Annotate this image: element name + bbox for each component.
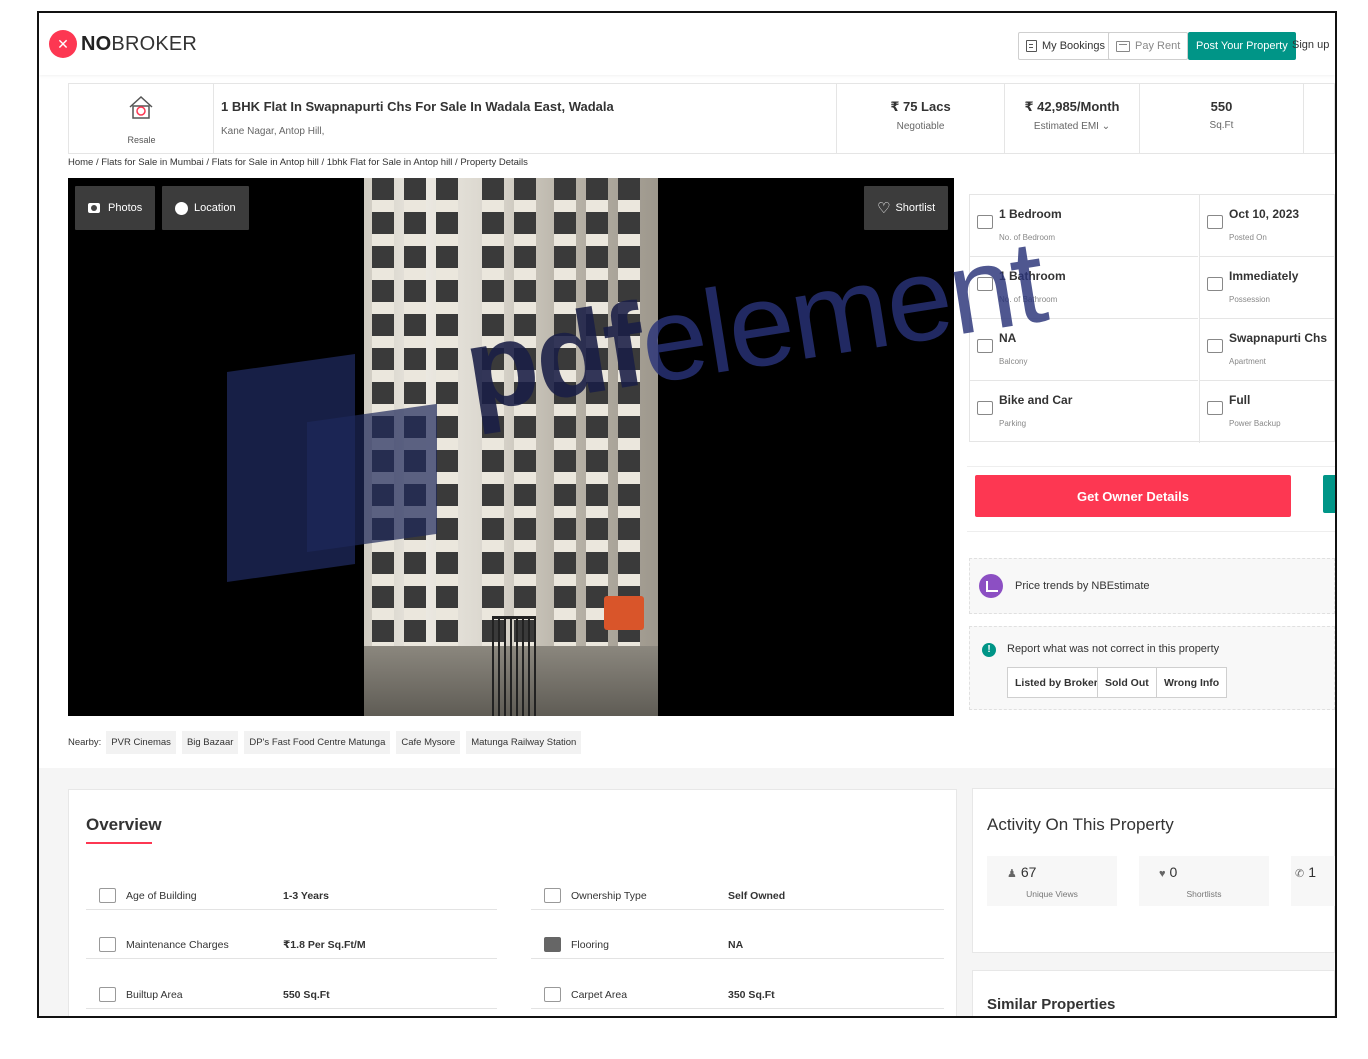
attr-bathroom: 1 Bathroom No. of Bathroom bbox=[970, 257, 1198, 319]
listed-by-broker-button[interactable]: Listed by Broker bbox=[1007, 667, 1106, 698]
nearby-chip[interactable]: PVR Cinemas bbox=[106, 730, 176, 754]
property-type-label: Resale bbox=[127, 135, 156, 145]
gate-graphic bbox=[492, 616, 536, 716]
property-summary-bar: Resale 1 BHK Flat In Swapnapurti Chs For… bbox=[68, 83, 1335, 154]
nearby-chip[interactable]: DP's Fast Food Centre Matunga bbox=[244, 730, 391, 754]
nearby-chip[interactable]: Matunga Railway Station bbox=[466, 730, 582, 754]
logo-bold-text: NO bbox=[81, 32, 112, 55]
nobroker-logo[interactable]: ✕ NOBROKER bbox=[49, 30, 197, 58]
logo-icon: ✕ bbox=[49, 30, 77, 58]
house-icon bbox=[129, 95, 153, 119]
attr-power-backup: Full Power Backup bbox=[1199, 381, 1335, 443]
balcony-icon bbox=[977, 339, 993, 353]
overview-row: Age of Building 1-3 Years bbox=[86, 886, 497, 910]
overview-card: Overview Age of Building 1-3 Years Owner… bbox=[68, 789, 957, 1016]
property-title: 1 BHK Flat In Swapnapurti Chs For Sale I… bbox=[221, 99, 614, 114]
similar-properties-card: Similar Properties bbox=[972, 970, 1335, 1016]
sign-up-link[interactable]: Sign up bbox=[1292, 39, 1329, 51]
my-bookings-button[interactable]: My Bookings bbox=[1018, 32, 1113, 60]
price-trends-link[interactable]: Price trends by NBEstimate bbox=[969, 558, 1335, 614]
nearby-chip[interactable]: Big Bazaar bbox=[181, 730, 239, 754]
wrong-info-button[interactable]: Wrong Info bbox=[1156, 667, 1228, 698]
sold-out-button[interactable]: Sold Out bbox=[1097, 667, 1157, 698]
crane-graphic bbox=[604, 596, 644, 630]
property-address: Kane Nagar, Antop Hill, bbox=[221, 126, 325, 137]
post-property-button[interactable]: Post Your Property bbox=[1188, 32, 1296, 60]
overview-row: Maintenance Charges ₹1.8 Per Sq.Ft/M bbox=[86, 935, 497, 959]
chart-icon bbox=[979, 574, 1003, 598]
property-photo[interactable] bbox=[364, 178, 658, 716]
phone-icon: ✆ bbox=[1295, 868, 1305, 880]
building-icon bbox=[1207, 339, 1223, 353]
calendar-icon bbox=[1207, 215, 1223, 229]
bathtub-icon bbox=[977, 277, 993, 291]
overview-row: Ownership Type Self Owned bbox=[531, 886, 944, 910]
car-icon bbox=[977, 401, 993, 415]
heart-icon: ♡ bbox=[877, 200, 891, 217]
report-box: ! Report what was not correct in this pr… bbox=[969, 626, 1335, 710]
area-value: 550 bbox=[1210, 99, 1233, 114]
emi-label: Estimated EMI ⌄ bbox=[1033, 121, 1111, 132]
price-note: Negotiable bbox=[896, 121, 945, 132]
area-cell: 550 Sq.Ft bbox=[1139, 84, 1303, 153]
battery-icon bbox=[1207, 401, 1223, 415]
card-icon bbox=[1116, 40, 1130, 52]
person-icon: ♟ bbox=[1007, 868, 1017, 880]
price-cell: ₹ 75 Lacs Negotiable bbox=[836, 84, 1004, 153]
bookings-icon bbox=[1026, 40, 1037, 52]
report-text: Report what was not correct in this prop… bbox=[1007, 643, 1220, 655]
emi-value: ₹ 42,985/Month bbox=[1024, 99, 1120, 114]
contacts-stat: ✆ 1 bbox=[1291, 856, 1335, 906]
overview-row: Flooring NA bbox=[531, 935, 944, 959]
alert-icon: ! bbox=[982, 643, 996, 657]
attribute-grid: 1 Bedroom No. of Bedroom Oct 10, 2023 Po… bbox=[969, 194, 1335, 443]
overview-row: Builtup Area 550 Sq.Ft bbox=[86, 985, 497, 1009]
photos-button[interactable]: Photos bbox=[75, 186, 156, 230]
attr-parking: Bike and Car Parking bbox=[970, 381, 1198, 443]
shortlist-button[interactable]: ♡ Shortlist bbox=[864, 186, 949, 230]
get-owner-details-button[interactable]: Get Owner Details bbox=[975, 475, 1291, 517]
breadcrumb[interactable]: Home / Flats for Sale in Mumbai / Flats … bbox=[68, 157, 528, 168]
price-value: ₹ 75 Lacs bbox=[890, 99, 951, 114]
heart-icon: ♥ bbox=[1159, 868, 1166, 880]
flooring-icon bbox=[544, 937, 561, 952]
key-icon bbox=[1207, 277, 1223, 291]
views-stat: ♟ 67 Unique Views bbox=[987, 856, 1117, 906]
building-age-icon bbox=[99, 888, 116, 903]
location-button[interactable]: Location bbox=[162, 186, 249, 230]
builtup-icon bbox=[99, 987, 116, 1002]
bed-icon bbox=[977, 215, 993, 229]
emi-cell[interactable]: ₹ 42,985/Month Estimated EMI ⌄ bbox=[1004, 84, 1139, 153]
overview-title: Overview bbox=[86, 815, 162, 834]
owner-contact-box: Get Owner Details bbox=[967, 466, 1335, 532]
photo-gallery[interactable]: Photos Location ♡ Shortlist bbox=[68, 178, 954, 716]
attr-apartment: Swapnapurti Chs Apartment bbox=[1199, 319, 1335, 381]
attr-balcony: NA Balcony bbox=[970, 319, 1198, 381]
attr-possession: Immediately Possession bbox=[1199, 257, 1335, 319]
next-cell bbox=[1303, 84, 1335, 153]
shortlists-stat: ♥ 0 Shortlists bbox=[1139, 856, 1269, 906]
logo-rest-text: BROKER bbox=[111, 32, 198, 55]
tools-icon bbox=[99, 937, 116, 952]
activity-title: Activity On This Property bbox=[987, 815, 1174, 834]
camera-icon bbox=[88, 203, 100, 213]
carpet-icon bbox=[544, 987, 561, 1002]
area-unit: Sq.Ft bbox=[1209, 120, 1234, 131]
attr-posted-on: Oct 10, 2023 Posted On bbox=[1199, 195, 1335, 257]
nearby-label: Nearby: bbox=[68, 736, 102, 748]
property-side-panel: 1 Bedroom No. of Bedroom Oct 10, 2023 Po… bbox=[959, 178, 1335, 718]
similar-properties-title: Similar Properties bbox=[987, 996, 1116, 1013]
top-navigation: ✕ NOBROKER My Bookings Pay Rent Post You… bbox=[39, 13, 1335, 75]
nearby-places: Nearby: PVR Cinemas Big Bazaar DP's Fast… bbox=[68, 726, 958, 758]
overview-row: Carpet Area 350 Sq.Ft bbox=[531, 985, 944, 1009]
attr-bedroom: 1 Bedroom No. of Bedroom bbox=[970, 195, 1198, 257]
compass-icon bbox=[175, 201, 188, 215]
secondary-contact-button[interactable] bbox=[1323, 475, 1335, 513]
pay-rent-button[interactable]: Pay Rent bbox=[1108, 32, 1189, 60]
browser-frame: ✕ NOBROKER My Bookings Pay Rent Post You… bbox=[37, 11, 1337, 1018]
nearby-chip[interactable]: Cafe Mysore bbox=[396, 730, 461, 754]
owner-icon bbox=[544, 888, 561, 903]
activity-card: Activity On This Property ♟ 67 Unique Vie… bbox=[972, 788, 1335, 953]
property-type: Resale bbox=[69, 84, 214, 153]
